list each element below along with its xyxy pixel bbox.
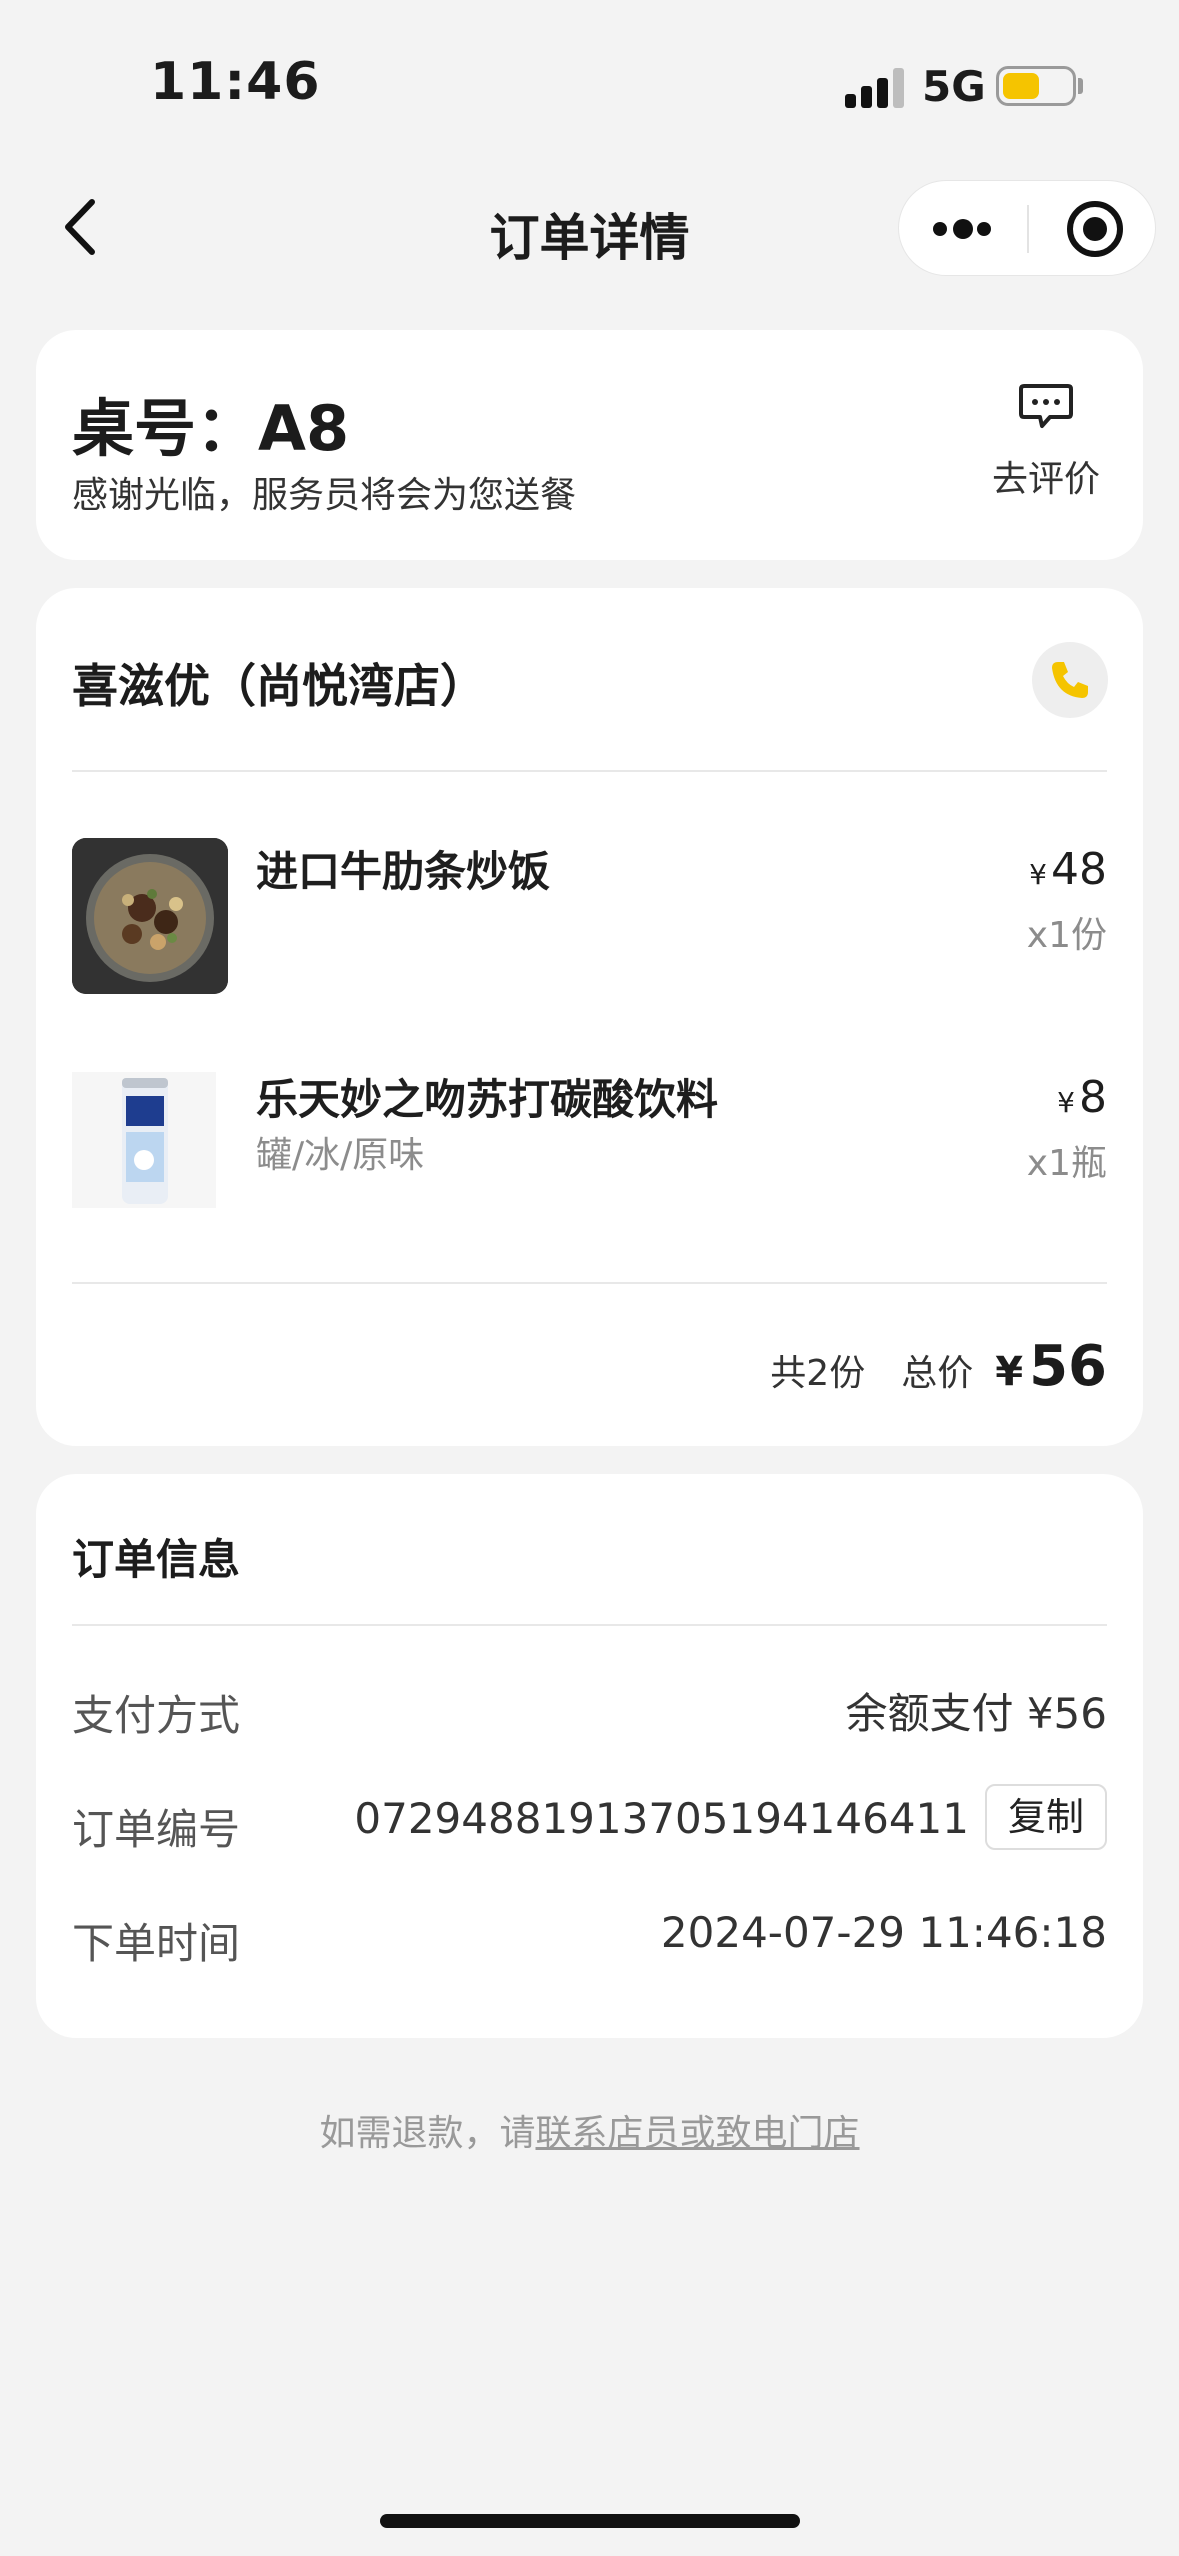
order-number-row: 订单编号 0729488191370519414641​1 复制 <box>72 1784 1107 1854</box>
service-message: 感谢光临，服务员将会为您送餐 <box>72 475 577 516</box>
order-info-title: 订单信息 <box>72 1535 241 1584</box>
order-total: 共2份 总价 ¥ 56 <box>770 1334 1107 1414</box>
table-card: 桌号：A8 感谢光临，服务员将会为您送餐 去评价 <box>36 330 1143 560</box>
item-name: 进口牛肋条炒饭 <box>256 847 551 896</box>
capsule-divider <box>1027 205 1029 253</box>
refund-note-prefix: 如需退款，请 <box>319 2113 536 2154</box>
payment-label: 支付方式 <box>72 1691 241 1740</box>
phone-icon <box>1052 662 1088 698</box>
mini-program-capsule <box>898 180 1156 276</box>
network-label: 5G <box>922 62 986 111</box>
review-button[interactable]: 去评价 <box>966 382 1126 502</box>
nav-bar: 订单详情 <box>0 150 1179 300</box>
order-time-row: 下单时间 2024-07-29 11:46:18 <box>72 1898 1107 1968</box>
order-detail-page: 11:46 5G 订单详情 桌号：A8 感谢光临，服务员将会为您送餐 去评价 喜… <box>0 0 1179 2556</box>
payment-value: 余额支付 ¥56 <box>845 1689 1107 1738</box>
order-item[interactable]: 乐天妙之吻苏打碳酸饮料 罐/冰/原味 ¥8 x1瓶 <box>72 1066 1107 1226</box>
home-indicator[interactable] <box>380 2514 800 2528</box>
item-quantity: x1瓶 <box>1026 1143 1107 1184</box>
copy-button[interactable]: 复制 <box>985 1784 1107 1850</box>
item-spec: 罐/冰/原味 <box>256 1135 425 1176</box>
target-icon[interactable] <box>1067 201 1123 257</box>
item-price: ¥48 <box>1029 844 1107 895</box>
table-number: 桌号：A8 <box>72 392 350 465</box>
store-name: 喜滋优（尚悦湾店） <box>72 659 486 713</box>
review-label: 去评价 <box>991 459 1100 500</box>
items-divider <box>72 1282 1107 1284</box>
battery-cap <box>1078 78 1083 94</box>
total-label: 总价 <box>901 1353 974 1394</box>
status-bar: 11:46 5G <box>0 0 1179 150</box>
store-divider <box>72 770 1107 772</box>
fried-rice-thumbnail <box>72 838 228 994</box>
order-info-card: 订单信息 支付方式 余额支付 ¥56 订单编号 0729488191370519… <box>36 1474 1143 2038</box>
total-amount: 56 <box>1029 1334 1107 1399</box>
status-time: 11:46 <box>150 52 321 112</box>
call-store-button[interactable] <box>1032 642 1108 718</box>
payment-row: 支付方式 余额支付 ¥56 <box>72 1670 1107 1740</box>
item-quantity: x1份 <box>1026 915 1107 956</box>
refund-note: 如需退款，请联系店员或致电门店 <box>0 2104 1179 2156</box>
order-card: 喜滋优（尚悦湾店） 进口牛肋条炒饭 ¥48 x1份 乐天妙之吻苏打碳酸饮料 罐/… <box>36 588 1143 1446</box>
order-number-value: 0729488191370519414641​1 <box>354 1794 969 1843</box>
order-item[interactable]: 进口牛肋条炒饭 ¥48 x1份 <box>72 838 1107 998</box>
order-number-label: 订单编号 <box>72 1805 241 1854</box>
chat-bubble-icon <box>1019 384 1073 428</box>
total-currency: ¥ <box>995 1349 1024 1395</box>
total-count: 共2份 <box>770 1353 866 1394</box>
info-divider <box>72 1624 1107 1626</box>
signal-icon <box>845 68 907 108</box>
order-time-value: 2024-07-29 11:46:18 <box>660 1908 1107 1957</box>
item-price: ¥8 <box>1057 1072 1107 1123</box>
item-name: 乐天妙之吻苏打碳酸饮料 <box>256 1075 719 1124</box>
battery-icon <box>996 66 1076 106</box>
more-dots-icon[interactable] <box>933 217 993 241</box>
order-time-label: 下单时间 <box>72 1919 241 1968</box>
contact-store-link[interactable]: 联系店员或致电门店 <box>536 2113 860 2154</box>
battery-level <box>1003 73 1039 99</box>
soda-can-thumbnail <box>72 1072 216 1208</box>
